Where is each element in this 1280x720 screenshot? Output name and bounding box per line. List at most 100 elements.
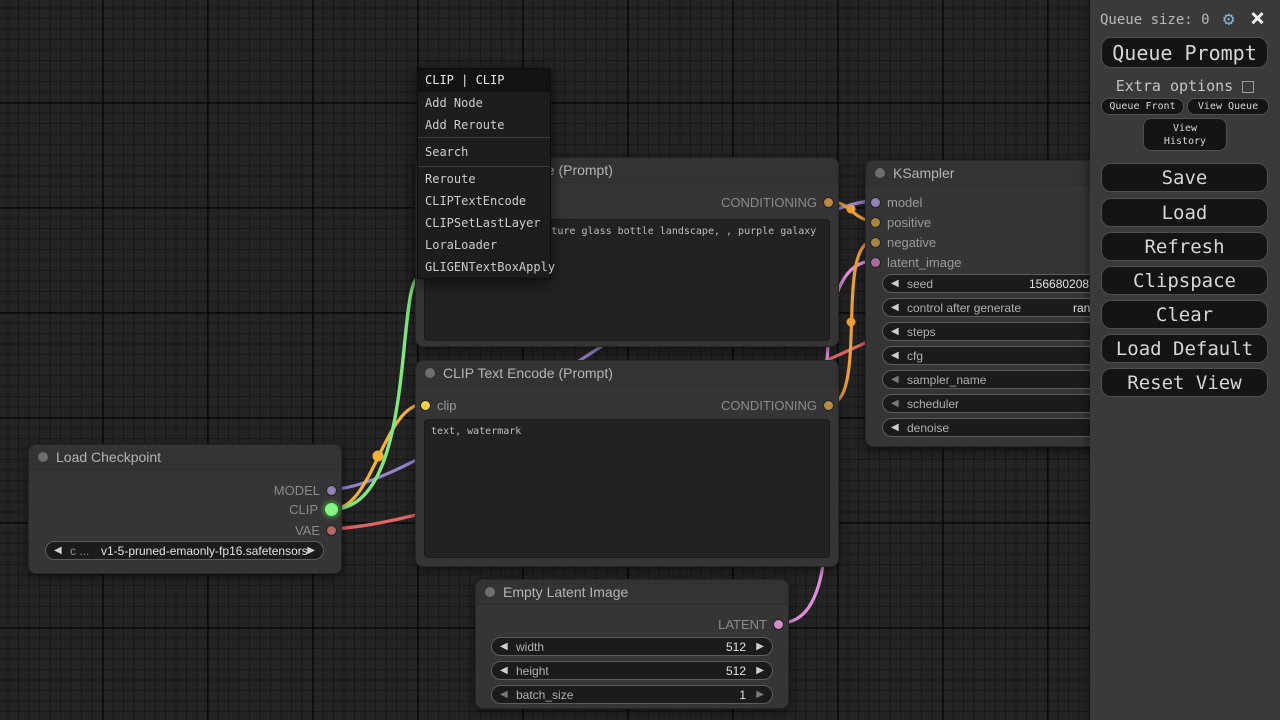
conditioning-port-icon[interactable] [824,401,833,410]
widget-label: width [516,638,544,656]
decrement-arrow-icon[interactable]: ◀ [500,638,508,655]
decrement-arrow-icon[interactable]: ◀ [891,371,899,388]
menu-item-add-reroute[interactable]: Add Reroute [418,114,550,136]
input-label: positive [887,215,931,230]
clear-button[interactable]: Clear [1101,300,1268,329]
output-label: VAE [295,523,320,538]
ckpt-name-widget[interactable]: ◀ c ... v1-5-pruned-emaonly-fp16.safeten… [45,541,324,560]
decrement-arrow-icon[interactable]: ◀ [500,686,508,703]
model-port-icon[interactable] [871,198,880,207]
batch-size-widget[interactable]: ◀ batch_size 1 ▶ [491,685,773,704]
widget-value: 1 [739,686,746,704]
link-midpoint-dot [847,318,856,327]
node-title-bar[interactable]: CLIP Text Encode (Prompt) [416,361,838,386]
conditioning-port-icon[interactable] [871,218,880,227]
clip-port-icon[interactable] [421,401,430,410]
input-latent-image[interactable]: latent_image [871,255,961,269]
node-empty-latent-image[interactable]: Empty Latent Image LATENT ◀ width 512 ▶ … [475,579,789,709]
decrement-arrow-icon[interactable]: ◀ [891,275,899,292]
widget-value: 1566802087 [1029,275,1096,293]
output-vae[interactable]: VAE [295,523,336,537]
widget-label: steps [907,323,936,341]
node-title-bar[interactable]: Load Checkpoint [29,445,341,470]
menu-item-add-node[interactable]: Add Node [418,92,550,114]
save-button[interactable]: Save [1101,163,1268,192]
widget-value: 512 [726,662,746,680]
node-title-bar[interactable]: Empty Latent Image [476,580,788,605]
node-clip-text-encode-negative[interactable]: CLIP Text Encode (Prompt) clip CONDITION… [415,360,839,567]
output-clip[interactable]: CLIP [289,502,338,516]
sidebar-menu: Queue size: 0 ⚙ × Queue Prompt Extra opt… [1090,0,1280,720]
wire-clip-dragging[interactable] [333,277,420,509]
decrement-arrow-icon[interactable]: ◀ [500,662,508,679]
node-load-checkpoint[interactable]: Load Checkpoint MODEL CLIP VAE ◀ c ... v… [28,444,342,574]
decrement-arrow-icon[interactable]: ◀ [891,299,899,316]
collapse-dot-icon[interactable] [875,168,885,178]
output-label: MODEL [274,483,320,498]
widget-label: scheduler [907,395,959,413]
increment-arrow-icon[interactable]: ▶ [756,638,764,655]
increment-arrow-icon[interactable]: ▶ [756,686,764,703]
output-label: LATENT [718,617,767,632]
widget-value: v1-5-pruned-emaonly-fp16.safetensors [101,542,308,560]
menu-item-clipsetlastlayer[interactable]: CLIPSetLastLayer [418,212,550,234]
widget-label: cfg [907,347,923,365]
output-model[interactable]: MODEL [274,483,336,497]
settings-gear-icon[interactable]: ⚙ [1223,8,1234,30]
prompt-textarea[interactable]: text, watermark [424,419,830,558]
menu-item-gligentextboxapply[interactable]: GLIGENTextBoxApply [418,256,550,278]
input-negative[interactable]: negative [871,235,936,249]
comfyui-screen: CLIP Text Encode (Prompt) CONDITIONING b… [0,0,1280,720]
width-widget[interactable]: ◀ width 512 ▶ [491,637,773,656]
increment-arrow-icon[interactable]: ▶ [307,542,315,559]
decrement-arrow-icon[interactable]: ◀ [891,347,899,364]
output-conditioning[interactable]: CONDITIONING [721,195,833,209]
collapse-dot-icon[interactable] [425,368,435,378]
clipspace-button[interactable]: Clipspace [1101,266,1268,295]
input-label: clip [437,398,457,413]
decrement-arrow-icon[interactable]: ◀ [54,542,62,559]
decrement-arrow-icon[interactable]: ◀ [891,395,899,412]
widget-label: seed [907,275,933,293]
clip-port-active-icon[interactable] [325,503,338,516]
model-port-icon[interactable] [327,486,336,495]
decrement-arrow-icon[interactable]: ◀ [891,323,899,340]
view-history-button[interactable]: View History [1143,118,1227,151]
latent-port-icon[interactable] [871,258,880,267]
input-model[interactable]: model [871,195,922,209]
menu-separator [418,166,550,167]
close-icon[interactable]: × [1250,3,1265,32]
widget-label: height [516,662,549,680]
latent-port-icon[interactable] [774,620,783,629]
extra-options-checkbox[interactable] [1242,81,1254,93]
collapse-dot-icon[interactable] [485,587,495,597]
load-default-button[interactable]: Load Default [1101,334,1268,363]
menu-item-cliptextencode[interactable]: CLIPTextEncode [418,190,550,212]
widget-label: sampler_name [907,371,986,389]
output-label: CONDITIONING [721,398,817,413]
vae-port-icon[interactable] [327,526,336,535]
reset-view-button[interactable]: Reset View [1101,368,1268,397]
node-title: Empty Latent Image [503,584,628,600]
widget-label: denoise [907,419,949,437]
input-label: model [887,195,922,210]
height-widget[interactable]: ◀ height 512 ▶ [491,661,773,680]
conditioning-port-icon[interactable] [871,238,880,247]
input-positive[interactable]: positive [871,215,931,229]
menu-item-search[interactable]: Search [418,139,550,165]
conditioning-port-icon[interactable] [824,198,833,207]
output-latent[interactable]: LATENT [718,617,783,631]
queue-prompt-button[interactable]: Queue Prompt [1101,37,1268,68]
menu-item-loraloader[interactable]: LoraLoader [418,234,550,256]
collapse-dot-icon[interactable] [38,452,48,462]
decrement-arrow-icon[interactable]: ◀ [891,419,899,436]
menu-item-reroute[interactable]: Reroute [418,168,550,190]
increment-arrow-icon[interactable]: ▶ [756,662,764,679]
queue-size-label: Queue size: 0 [1100,12,1210,28]
refresh-button[interactable]: Refresh [1101,232,1268,261]
input-clip[interactable]: clip [421,398,457,412]
view-queue-button[interactable]: View Queue [1187,98,1269,115]
output-conditioning[interactable]: CONDITIONING [721,398,833,412]
load-button[interactable]: Load [1101,198,1268,227]
queue-front-button[interactable]: Queue Front [1101,98,1184,115]
